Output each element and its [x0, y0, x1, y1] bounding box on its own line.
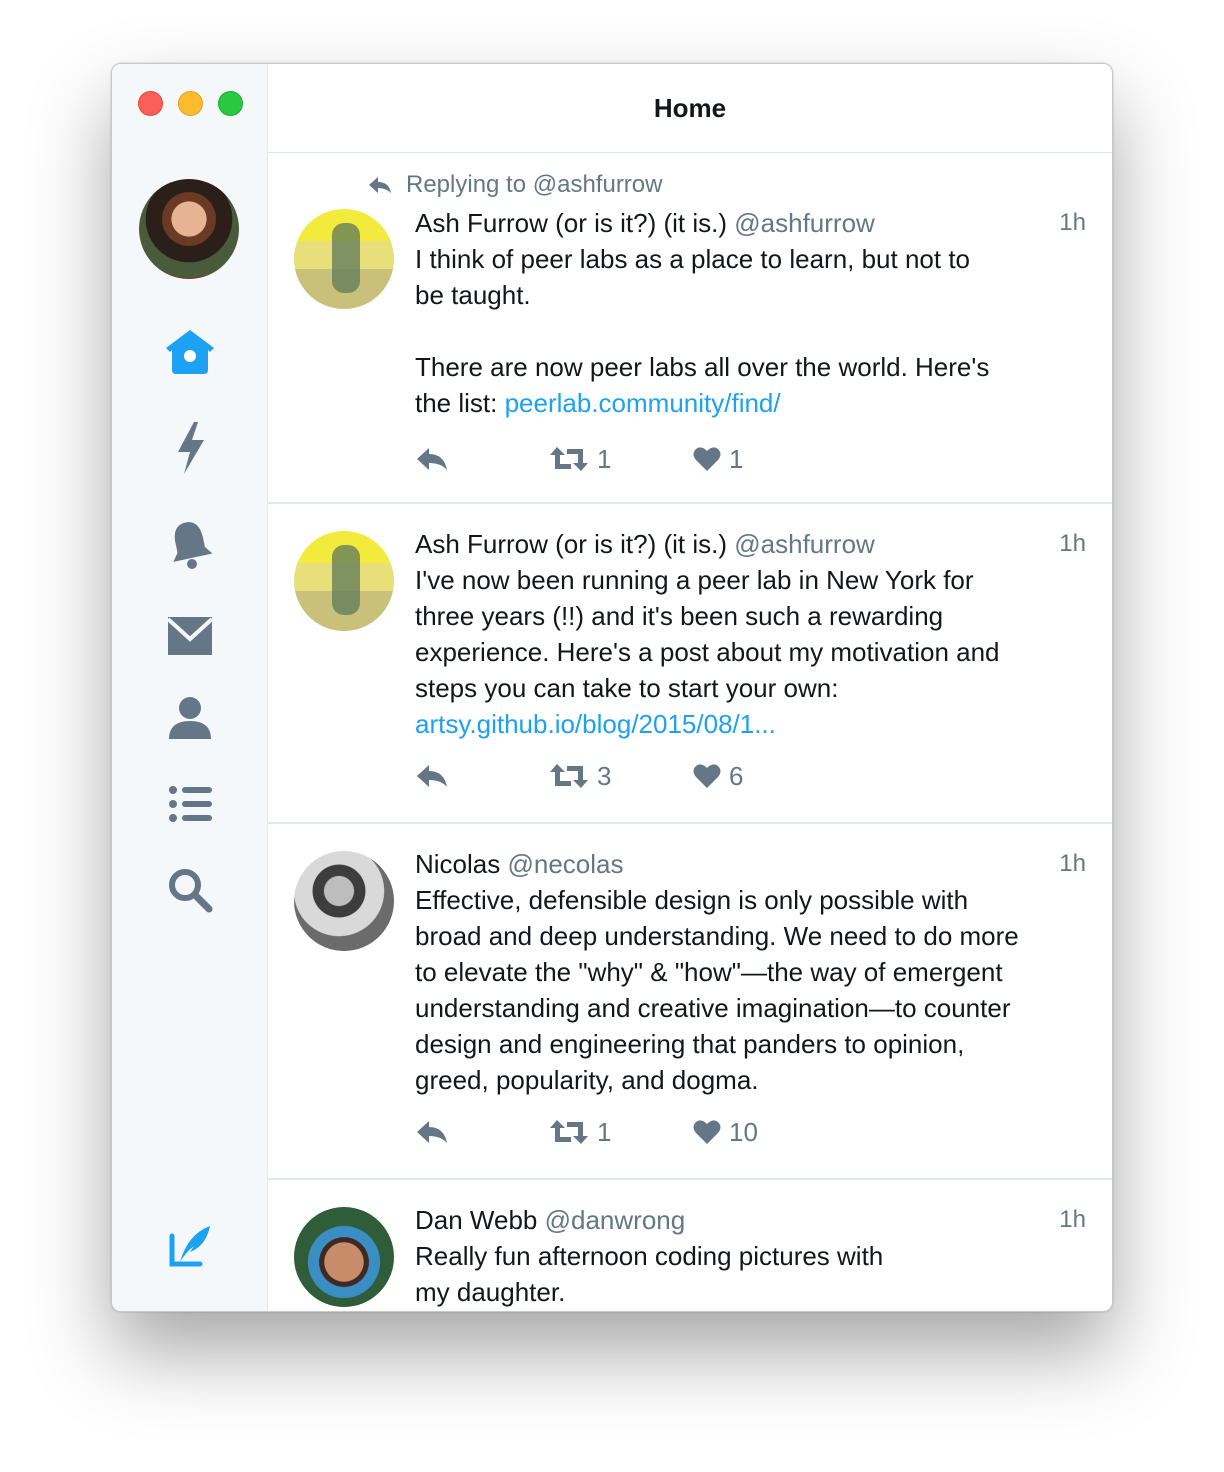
reply-arrow-icon	[369, 177, 391, 193]
like-button[interactable]: 1	[693, 439, 743, 479]
retweet-icon	[550, 447, 588, 471]
timeline[interactable]: Replying to @ashfurrow Ash Furrow (or is…	[268, 153, 1112, 1311]
tweet[interactable]: Replying to @ashfurrow Ash Furrow (or is…	[268, 153, 1112, 504]
account-avatar[interactable]	[139, 179, 239, 279]
tweet-time: 1h	[1059, 530, 1086, 557]
tweet-text: Effective, defensible design is only pos…	[415, 885, 1019, 1095]
like-button[interactable]: 6	[693, 756, 743, 796]
search-icon	[169, 869, 213, 913]
tweet-link[interactable]: artsy.github.io/blog/2015/08/1...	[415, 709, 776, 739]
zoom-window-button[interactable]	[218, 91, 243, 116]
page-title: Home	[268, 64, 1112, 153]
app-window: Home Replying to @ashfurrow Ash Furrow (…	[111, 63, 1113, 1312]
author-handle[interactable]: @danwrong	[545, 1205, 686, 1235]
heart-icon	[693, 1120, 721, 1144]
author-name[interactable]: Ash Furrow (or is it?) (it is.)	[415, 529, 727, 559]
sidebar-item-messages[interactable]	[160, 606, 220, 666]
like-count: 1	[729, 443, 744, 474]
sidebar-item-home[interactable]	[160, 322, 220, 382]
compose-tweet-button[interactable]	[160, 1216, 220, 1276]
retweet-count: 1	[597, 1116, 612, 1147]
tweet-text: Really fun afternoon coding pictures wit…	[415, 1241, 884, 1307]
tweet-text: I've now been running a peer lab in New …	[415, 562, 1092, 742]
tweet[interactable]: Dan Webb @danwrong 1h Really fun afterno…	[268, 1180, 1112, 1311]
avatar[interactable]	[294, 531, 394, 631]
retweet-icon	[550, 764, 588, 788]
bell-icon	[173, 522, 213, 569]
sidebar-item-lists[interactable]	[160, 774, 220, 834]
reply-icon	[417, 448, 447, 470]
tweet-text-content: I've now been running a peer lab in New …	[415, 565, 1000, 703]
minimize-window-button[interactable]	[178, 91, 203, 116]
tweet[interactable]: Nicolas @necolas 1h Effective, defensibl…	[268, 824, 1112, 1180]
sidebar	[112, 64, 268, 1311]
heart-icon	[693, 447, 721, 471]
reply-context[interactable]: Replying to @ashfurrow	[368, 171, 662, 199]
reply-button[interactable]	[415, 756, 449, 796]
author-name[interactable]: Dan Webb	[415, 1205, 537, 1235]
like-button[interactable]: 10	[693, 1112, 758, 1152]
reply-button[interactable]	[415, 1112, 449, 1152]
retweet-button[interactable]: 1	[549, 1112, 611, 1152]
retweet-count: 1	[597, 443, 612, 474]
close-window-button[interactable]	[138, 91, 163, 116]
compose-icon	[169, 1226, 210, 1267]
tweet[interactable]: Ash Furrow (or is it?) (it is.) @ashfurr…	[268, 504, 1112, 824]
retweet-button[interactable]: 1	[549, 439, 611, 479]
avatar[interactable]	[294, 209, 394, 309]
sidebar-item-moments[interactable]	[160, 418, 220, 478]
tweet-time: 1h	[1059, 850, 1086, 877]
tweet-text: I think of peer labs as a place to learn…	[415, 241, 1092, 421]
like-count: 10	[729, 1116, 758, 1147]
reply-context-text: Replying to @ashfurrow	[406, 171, 663, 198]
retweet-icon	[550, 1120, 588, 1144]
author-name[interactable]: Nicolas	[415, 849, 500, 879]
author-handle[interactable]: @ashfurrow	[734, 208, 875, 238]
home-icon	[166, 330, 214, 374]
heart-icon	[693, 764, 721, 788]
tweet-time: 1h	[1059, 209, 1086, 236]
avatar[interactable]	[294, 1207, 394, 1307]
reply-button[interactable]	[415, 439, 449, 479]
author-handle[interactable]: @ashfurrow	[734, 529, 875, 559]
envelope-icon	[166, 617, 214, 655]
lightning-icon	[178, 422, 204, 474]
like-count: 6	[729, 760, 744, 791]
author-handle[interactable]: @necolas	[507, 849, 623, 879]
retweet-button[interactable]: 3	[549, 756, 611, 796]
tweet-time: 1h	[1059, 1206, 1086, 1233]
list-icon	[169, 786, 212, 822]
sidebar-item-profile[interactable]	[160, 688, 220, 748]
sidebar-item-notifications[interactable]	[160, 514, 220, 574]
retweet-count: 3	[597, 760, 612, 791]
avatar[interactable]	[294, 851, 394, 951]
sidebar-item-search[interactable]	[160, 860, 220, 920]
tweet-link[interactable]: peerlab.community/find/	[505, 388, 781, 418]
author-name[interactable]: Ash Furrow (or is it?) (it is.)	[415, 208, 727, 238]
reply-icon	[417, 1121, 447, 1143]
reply-icon	[417, 765, 447, 787]
person-icon	[169, 697, 211, 739]
